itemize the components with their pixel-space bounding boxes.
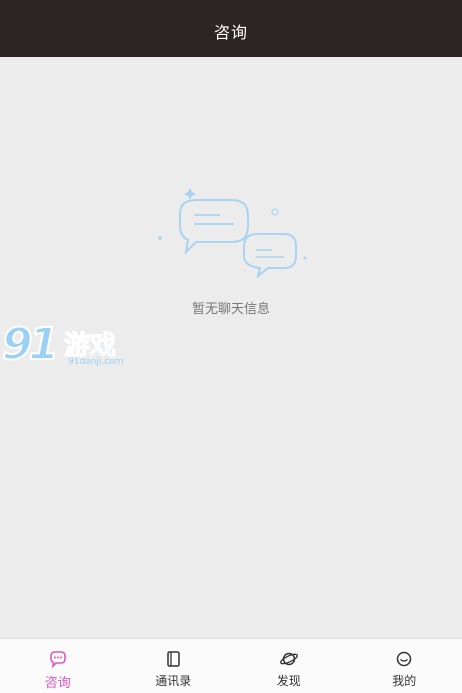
top-bar: 咨询 xyxy=(0,0,462,57)
chat-list-area: 暂无聊天信息 91 游戏 91danji.com xyxy=(0,57,462,638)
profile-icon xyxy=(394,650,414,668)
planet-icon xyxy=(279,650,299,668)
contacts-icon xyxy=(163,650,183,668)
watermark-logo: 91 游戏 91danji.com xyxy=(2,319,142,379)
tab-label: 咨询 xyxy=(45,672,71,691)
empty-state-message: 暂无聊天信息 xyxy=(0,298,462,317)
chat-bubbles-icon xyxy=(150,182,315,282)
bottom-tab-bar: 咨询 通讯录 发现 我的 xyxy=(0,638,462,693)
tab-consult[interactable]: 咨询 xyxy=(0,639,116,693)
tab-label: 我的 xyxy=(392,672,416,689)
page-title: 咨询 xyxy=(214,19,248,43)
tab-mine[interactable]: 我的 xyxy=(347,639,462,693)
watermark-number: 91 xyxy=(2,319,55,370)
tab-label: 发现 xyxy=(277,672,301,689)
tab-label: 通讯录 xyxy=(155,672,191,689)
tab-discover[interactable]: 发现 xyxy=(231,639,347,693)
chat-icon xyxy=(48,650,68,668)
watermark-url: 91danji.com xyxy=(68,357,123,367)
tab-contacts[interactable]: 通讯录 xyxy=(116,639,232,693)
